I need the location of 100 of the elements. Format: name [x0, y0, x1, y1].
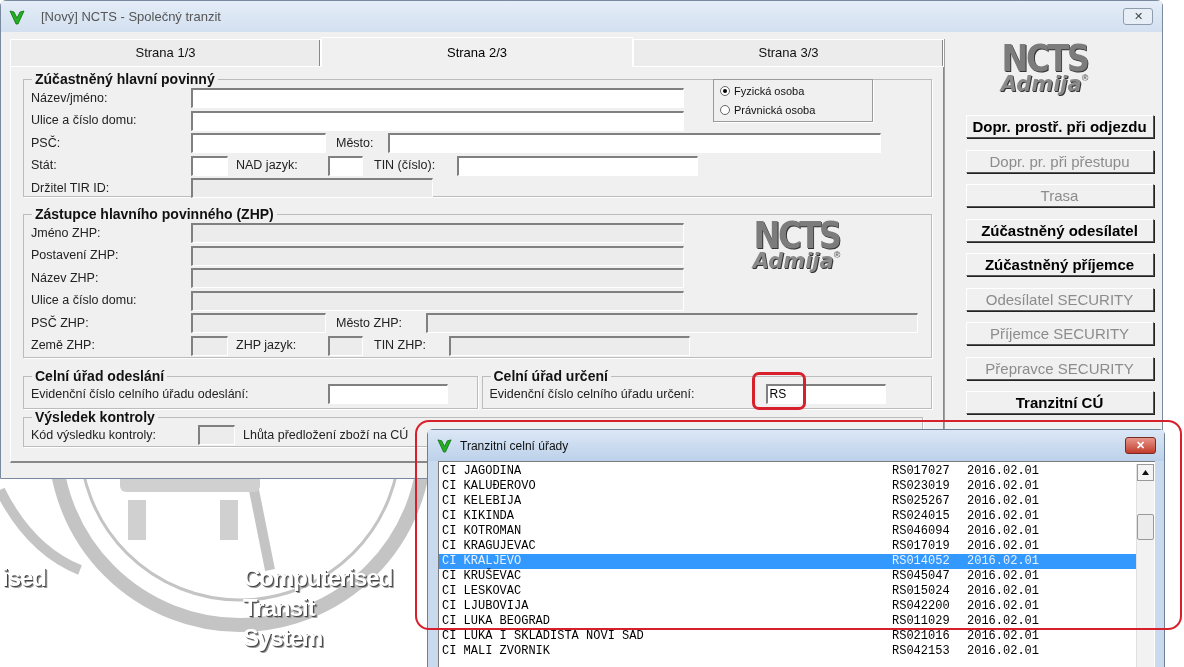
dialog-title: Tranzitní celní úřady [460, 437, 569, 455]
logo-text: Admija [752, 251, 834, 272]
window-title: [Nový] NCTS - Společný tranzit [41, 7, 221, 26]
radio-label: Fyzická osoba [734, 84, 805, 99]
input-field[interactable]: RS [765, 384, 886, 404]
office-date: 2016.02.01 [967, 644, 1039, 659]
office-date: 2016.02.01 [967, 599, 1039, 614]
field-label: PSČ ZHP: [31, 314, 90, 332]
field-label: Lhůta předložení zboží na CÚ [243, 426, 409, 444]
office-date: 2016.02.01 [967, 509, 1039, 524]
office-date: 2016.02.01 [967, 629, 1039, 644]
list-row[interactable]: CI KELEBIJA RS025267 2016.02.01 [439, 494, 1136, 509]
office-name: CI KRAGUJEVAC [442, 539, 537, 554]
field-label: PSČ: [31, 134, 62, 152]
field-label: Evidenční číslo celního úřadu odeslání: [31, 385, 250, 403]
field-label: TIN (číslo): [374, 157, 437, 175]
group-title: Zúčastněný hlavní povinný [34, 71, 216, 87]
side-button[interactable]: Dopr. prostř. při odjezdu [965, 115, 1154, 138]
office-date: 2016.02.01 [967, 524, 1039, 539]
office-code: RS025267 [892, 494, 951, 509]
tab[interactable]: Strana 3/3 [633, 39, 944, 67]
side-button[interactable]: Zúčastněný odesílatel [965, 218, 1154, 242]
input-field[interactable] [198, 425, 235, 445]
office-date: 2016.02.01 [967, 494, 1039, 509]
office-code: RS042153 [892, 644, 951, 659]
input-field[interactable] [328, 155, 363, 176]
list-row[interactable]: CI KRUŠEVAC RS045047 2016.02.01 [439, 569, 1136, 584]
input-field[interactable] [191, 155, 228, 176]
field-label: NAD jazyk: [236, 157, 299, 175]
office-code: RS017027 [892, 464, 951, 479]
office-name: CI KOTROMAN [442, 524, 523, 539]
office-code: RS017019 [892, 539, 951, 554]
annotation-frame [752, 372, 806, 410]
office-name: CI LESKOVAC [442, 584, 523, 599]
input-field[interactable] [457, 155, 698, 176]
close-button[interactable]: ✕ [1123, 8, 1153, 25]
input-field[interactable] [191, 133, 326, 154]
office-date: 2016.02.01 [967, 479, 1039, 494]
list-row[interactable]: CI KIKINDA RS024015 2016.02.01 [439, 509, 1136, 524]
office-code: RS046094 [892, 524, 951, 539]
input-field[interactable] [388, 133, 881, 154]
office-date: 2016.02.01 [967, 569, 1039, 584]
field-label: Město ZHP: [336, 314, 403, 332]
radio-button[interactable] [720, 86, 730, 97]
list-row[interactable]: CI LUKA BEOGRAD RS011029 2016.02.01 [439, 614, 1136, 629]
side-button[interactable]: Zúčastněný příjemce [965, 253, 1154, 276]
field-label: Stát: [31, 157, 58, 175]
office-name: CI MALI ZVORNIK [442, 644, 552, 659]
field-label: Evidenční číslo celního úřadu určení: [489, 385, 696, 403]
list-row[interactable]: CI LESKOVAC RS015024 2016.02.01 [439, 584, 1136, 599]
emblem-text: ised [2, 564, 47, 592]
office-code: RS024015 [892, 509, 951, 524]
tab[interactable]: Strana 1/3 [10, 39, 321, 67]
list-row[interactable]: CI LUKA I SKLADIŠTA NOVI SAD RS021016 2016.02.01 [439, 629, 1136, 644]
side-button[interactable]: Tranzitní CÚ [965, 391, 1154, 414]
office-name: CI KRUŠEVAC [442, 569, 523, 584]
list-row[interactable]: CI JAGODINA RS017027 2016.02.01 [439, 464, 1136, 479]
office-name: CI LUKA I SKLADIŠTA NOVI SAD [442, 629, 645, 644]
office-name: CI LUKA BEOGRAD [442, 614, 552, 629]
radio-label: Právnická osoba [734, 102, 816, 118]
office-name: CI KIKINDA [442, 509, 515, 524]
radio-button[interactable] [720, 104, 730, 115]
field-label: Město: [336, 134, 375, 152]
input-field[interactable] [191, 88, 684, 109]
field-label: Název ZHP: [31, 269, 100, 287]
app-icon [437, 438, 452, 453]
group-title: Zástupce hlavního povinného (ZHP) [34, 206, 275, 222]
field-label: TIN ZHP: [374, 337, 428, 355]
field-label: Jméno ZHP: [31, 224, 102, 242]
office-code: RS045047 [892, 569, 951, 584]
list-row[interactable]: CI KRAGUJEVAC RS017019 2016.02.01 [439, 539, 1136, 554]
input-field[interactable] [328, 384, 448, 404]
field-label: Kód výsledku kontroly: [31, 426, 158, 444]
office-name: CI LJUBOVIJA [442, 599, 530, 614]
group-title: Výsledek kontroly [34, 409, 156, 425]
office-date: 2016.02.01 [967, 584, 1039, 599]
group-title: Celní úřad odeslání [34, 368, 166, 384]
office-date: 2016.02.01 [967, 614, 1039, 629]
field-label: ZHP jazyk: [236, 337, 298, 355]
logo-text: Admija [1000, 74, 1082, 95]
scrollbar[interactable] [1136, 464, 1154, 667]
input-field[interactable] [191, 110, 684, 131]
office-code: RS023019 [892, 479, 951, 494]
tab[interactable]: Strana 2/3 [321, 37, 633, 67]
scroll-up-icon[interactable] [1137, 464, 1154, 481]
list-row[interactable]: CI KALUĐEROVO RS023019 2016.02.01 [439, 479, 1136, 494]
field-label: Postavení ZHP: [31, 247, 120, 265]
scroll-thumb[interactable] [1137, 514, 1154, 540]
office-date: 2016.02.01 [967, 464, 1039, 479]
field-label: Název/jméno: [31, 89, 109, 107]
list-row[interactable]: CI MALI ZVORNIK RS042153 2016.02.01 [439, 644, 1136, 659]
app-icon [9, 8, 25, 25]
list-row[interactable]: CI KOTROMAN RS046094 2016.02.01 [439, 524, 1136, 539]
field-label: Ulice a číslo domu: [31, 292, 138, 310]
office-code: RS014052 [892, 554, 951, 569]
list-row[interactable]: CI LJUBOVIJA RS042200 2016.02.01 [439, 599, 1136, 614]
office-name: CI KALUĐEROVO [442, 479, 537, 494]
office-date: 2016.02.01 [967, 539, 1039, 554]
field-label: Držitel TIR ID: [31, 179, 111, 197]
field-label: Ulice a číslo domu: [31, 112, 138, 130]
